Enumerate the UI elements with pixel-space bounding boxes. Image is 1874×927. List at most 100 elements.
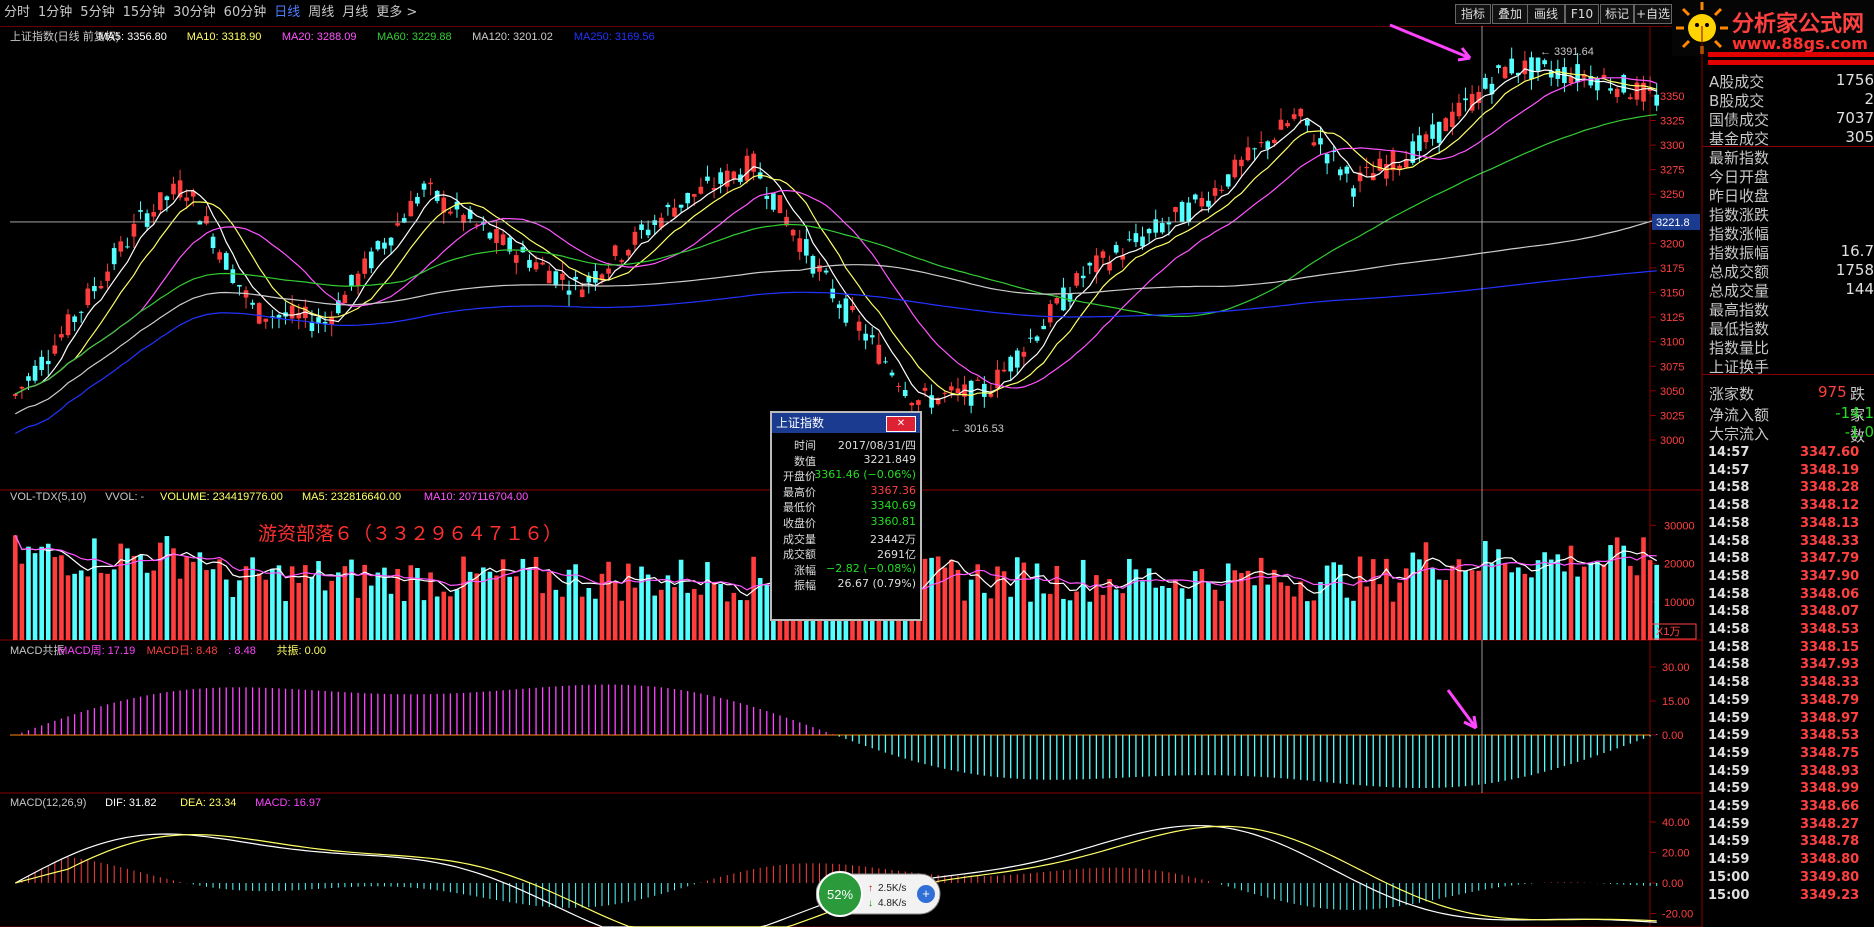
candle-body <box>896 385 901 387</box>
candle-body <box>1291 114 1297 119</box>
toolbar-button-2[interactable]: 画线 <box>1527 4 1565 24</box>
volume-bar <box>738 600 743 640</box>
volume-bar <box>1324 565 1330 640</box>
volume-bar <box>1146 568 1152 640</box>
toolbar-button-1[interactable]: 叠加 <box>1492 4 1528 24</box>
y-tick-label: 3100 <box>1660 337 1684 349</box>
candle-body <box>125 246 130 248</box>
candle-body <box>823 270 829 273</box>
volume-bar <box>1469 570 1475 640</box>
volume-bar <box>1252 585 1257 640</box>
volume-bar <box>586 587 592 640</box>
toolbar-button-0[interactable]: 指标 <box>1455 4 1491 24</box>
volume-bar <box>1548 559 1554 640</box>
tick-time: 14:58 <box>1708 533 1750 549</box>
volume-bar <box>705 562 710 640</box>
tick-row: 14:59 3348.75 <box>1702 746 1874 764</box>
candle-body <box>487 232 493 239</box>
volume-bar <box>32 553 38 640</box>
volume-bar <box>1199 569 1205 640</box>
volume-bar <box>1258 557 1264 640</box>
tick-row: 14:59 3348.66 <box>1702 799 1874 817</box>
candle-body <box>698 186 704 194</box>
candle-body <box>513 255 519 263</box>
volume-bar <box>1047 593 1053 640</box>
tick-row: 14:59 3348.93 <box>1702 764 1874 782</box>
chart-canvas[interactable]: 3350332533003275325032253200317531503125… <box>0 0 1874 927</box>
toolbar-button-5[interactable]: +自选 <box>1634 4 1672 24</box>
candle-body <box>1443 118 1449 132</box>
volume-bar <box>1423 542 1429 640</box>
res-legend-1: MACD周: 17.19 <box>58 644 135 657</box>
volume-bar <box>1100 594 1106 640</box>
volume-bar <box>691 588 697 640</box>
volume-bar <box>645 574 651 640</box>
candle-body <box>645 229 651 236</box>
candle-body <box>408 200 414 217</box>
tick-price: 3348.75 <box>1800 745 1860 761</box>
volume-bar <box>1370 559 1376 640</box>
volume-bar <box>1291 596 1297 640</box>
volume-bar <box>1087 601 1093 640</box>
volume-bar <box>144 572 150 640</box>
toolbar-button-4[interactable]: 标记 <box>1600 4 1634 24</box>
candle-body <box>388 237 394 246</box>
tick-row: 15:00 3349.23 <box>1702 888 1874 906</box>
volume-bar <box>243 566 249 640</box>
tick-price: 3348.15 <box>1800 639 1860 655</box>
main-legend-2: MA10: 3318.90 <box>187 31 262 43</box>
popup-value: 2691亿 <box>877 548 916 562</box>
volume-bar <box>276 565 282 640</box>
candle-body <box>1285 123 1290 127</box>
candle-body <box>72 316 77 322</box>
volume-bar <box>329 580 335 640</box>
candle-body <box>421 183 427 190</box>
candle-body <box>184 197 189 201</box>
volume-bar <box>289 566 295 640</box>
close-icon[interactable]: ✕ <box>886 416 916 432</box>
res-legend-4: 共振: 0.00 <box>277 643 327 657</box>
net-speed-widget[interactable]: 52% ↑ 2.5K/s ↓ 4.8K/s + <box>815 870 942 918</box>
tick-row: 14:57 3347.60 <box>1702 445 1874 463</box>
macd-legend-3: MACD: 16.97 <box>255 797 321 809</box>
tick-price: 3348.06 <box>1800 586 1860 602</box>
volume-bar <box>1186 598 1191 640</box>
candle-body <box>98 286 104 289</box>
toolbar-button-3[interactable]: F10 <box>1565 4 1599 24</box>
volume-bar <box>632 587 638 640</box>
candle-body <box>1509 58 1514 74</box>
candle-body <box>1324 154 1330 164</box>
volume-bar <box>362 564 367 640</box>
volume-bar <box>949 559 954 640</box>
candle-body <box>1258 142 1264 144</box>
volume-bar <box>1212 589 1218 640</box>
vol-tick-label: 10000 <box>1664 597 1695 609</box>
candle-body <box>540 262 545 265</box>
data-window-popup[interactable]: 上证指数 ✕ 时间 2017/08/31/四 数值 3221.849 开盘价 3361.4… <box>770 411 922 621</box>
tick-time: 14:59 <box>1708 781 1750 797</box>
candle-body <box>1173 207 1178 213</box>
candle-body <box>902 389 908 397</box>
volume-bar <box>72 573 77 640</box>
flow-label: 大宗流入 <box>1709 425 1770 443</box>
volume-bar <box>382 567 387 640</box>
download-arrow-icon: ↓ <box>868 898 873 909</box>
side-info-label: 指数量比 <box>1709 339 1770 357</box>
candle-body <box>856 321 862 331</box>
candle-body <box>1542 60 1547 65</box>
candle-body <box>573 276 578 280</box>
tick-time: 15:00 <box>1708 869 1750 885</box>
candle-body <box>1417 135 1422 151</box>
volume-bar <box>1278 582 1284 640</box>
tick-time: 14:58 <box>1708 515 1750 531</box>
volume-bar <box>659 589 664 640</box>
candle-body <box>131 223 137 237</box>
volume-bar <box>553 589 559 640</box>
volume-bar <box>1443 579 1449 640</box>
tick-time: 14:59 <box>1708 834 1750 850</box>
candle-body <box>1245 147 1251 161</box>
volume-bar <box>368 585 374 640</box>
volume-bar <box>1153 587 1159 640</box>
candle-body <box>850 306 855 311</box>
popup-key: 成交量 <box>783 532 816 546</box>
